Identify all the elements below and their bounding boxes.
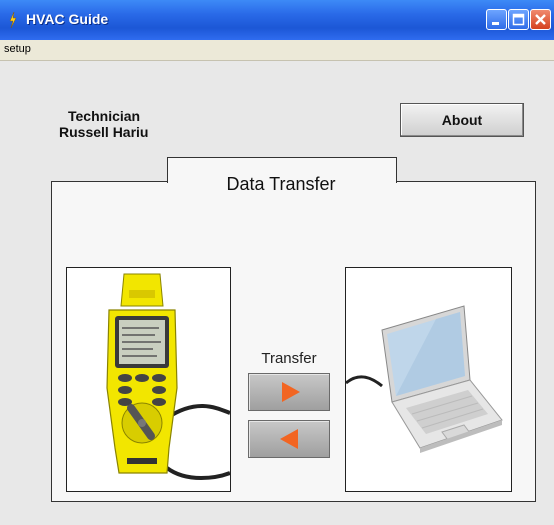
window-title: HVAC Guide — [26, 11, 109, 27]
title-bar[interactable]: HVAC Guide — [0, 0, 554, 40]
app-icon — [9, 12, 17, 28]
maximize-button[interactable] — [508, 9, 529, 30]
hvac-meter-image — [66, 267, 231, 492]
app-window: HVAC Guide setup Technician Russell Hari… — [0, 0, 554, 525]
menu-bar: setup — [0, 40, 554, 61]
laptop-image — [345, 267, 512, 492]
minimize-button[interactable] — [486, 9, 507, 30]
maximize-icon — [512, 13, 525, 26]
transfer-send-button[interactable] — [248, 373, 330, 411]
close-button[interactable] — [530, 9, 551, 30]
hvac-meter-icon — [106, 273, 230, 480]
arrow-left-icon — [280, 429, 298, 449]
laptop-icon — [346, 305, 503, 453]
arrow-right-icon — [282, 382, 300, 402]
about-button[interactable]: About — [400, 103, 524, 137]
panel-title: Data Transfer — [226, 174, 336, 194]
transfer-receive-button[interactable] — [248, 420, 330, 458]
minimize-icon — [492, 22, 499, 25]
close-icon — [535, 14, 546, 25]
technician-role-label: Technician — [68, 108, 141, 124]
transfer-label: Transfer — [261, 350, 317, 367]
menu-setup[interactable]: setup — [4, 43, 31, 55]
technician-name: Russell Hariu — [59, 124, 149, 140]
